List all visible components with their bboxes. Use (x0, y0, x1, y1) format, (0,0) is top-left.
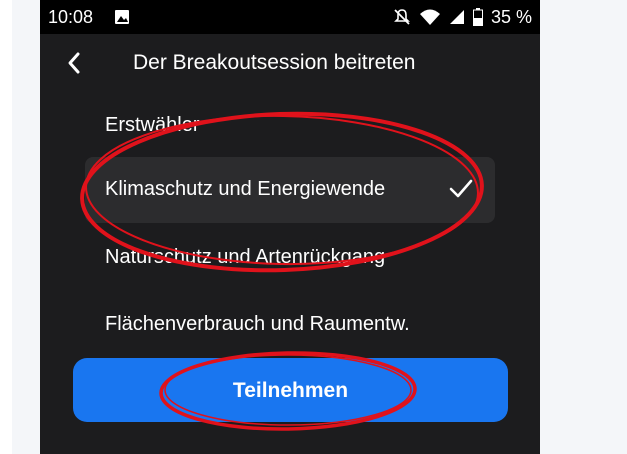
signal-icon (449, 9, 465, 25)
chevron-left-icon (68, 52, 80, 74)
back-button[interactable] (60, 46, 90, 80)
session-option-label: Naturschutz und Artenrückgang (105, 246, 386, 268)
mute-icon (393, 8, 411, 26)
battery-icon (472, 8, 483, 26)
session-option-naturschutz[interactable]: Naturschutz und Artenrückgang (85, 225, 495, 291)
image-notification-icon (115, 10, 129, 24)
session-option-klimaschutz[interactable]: Klimaschutz und Energiewende (85, 157, 495, 223)
status-time: 10:08 (48, 7, 94, 27)
wifi-icon (419, 8, 441, 26)
session-option-label: Erstwähler (105, 114, 200, 136)
session-option-flaechenverbrauch[interactable]: Flächenverbrauch und Raumentw. (85, 292, 495, 358)
phone-screen: 10:08 35 % Der Breakoutsession beitreten… (40, 0, 540, 454)
join-button[interactable]: Teilnehmen (73, 358, 508, 422)
page-margin-left (0, 0, 12, 454)
battery-percent: 35 % (490, 6, 532, 27)
session-option-label: Flächenverbrauch und Raumentw. (105, 313, 410, 335)
status-bar: 10:08 35 % (40, 0, 540, 34)
session-option-erstwaehler[interactable]: Erstwähler (85, 93, 495, 159)
status-icons: 35 % (393, 6, 532, 28)
join-button-label: Teilnehmen (232, 379, 349, 402)
header: Der Breakoutsession beitreten (40, 34, 540, 94)
session-option-label: Klimaschutz und Energiewende (105, 178, 386, 200)
check-icon (449, 178, 473, 206)
page-title: Der Breakoutsession beitreten (133, 51, 416, 74)
